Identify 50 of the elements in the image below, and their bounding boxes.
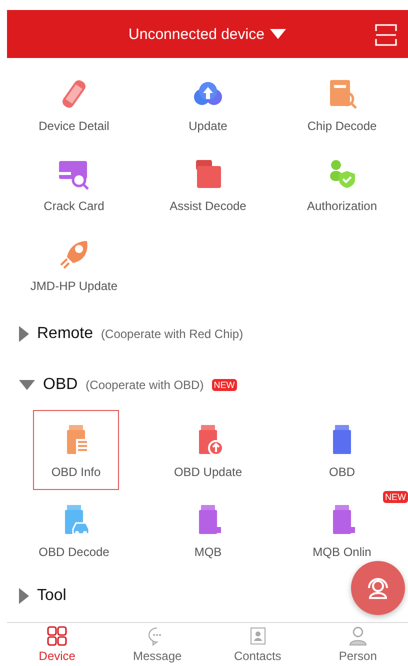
section-note: (Cooperate with OBD)	[86, 378, 204, 392]
contact-book-icon	[248, 626, 268, 646]
section-note: (Cooperate with Red Chip)	[101, 326, 244, 341]
tile-label: Update	[188, 119, 228, 134]
menu-tile[interactable]: Update	[141, 68, 275, 148]
menu-tile[interactable]: Crack Card	[7, 148, 141, 228]
tile-label: JMD-HP Update	[30, 279, 118, 294]
tile-label: OBD Info	[51, 465, 101, 480]
menu-tile[interactable]: JMD-HP Update	[7, 228, 141, 308]
caret-icon	[270, 29, 286, 40]
section-header[interactable]: Tool	[7, 570, 408, 622]
menu-tile[interactable]: MQB Onlin NEW	[275, 490, 408, 570]
tile-label: Authorization	[306, 199, 378, 214]
tile-label: OBD	[328, 465, 355, 480]
tile-label: MQB	[194, 545, 222, 560]
menu-tile[interactable]: Assist Decode	[141, 148, 275, 228]
menu-tile[interactable]: Chip Decode	[275, 68, 408, 148]
section-header[interactable]: Remote (Cooperate with Red Chip)	[7, 308, 408, 360]
nav-tab[interactable]: Person	[308, 622, 408, 666]
nav-tab[interactable]: Message	[107, 622, 208, 666]
tile-label: OBD Update	[174, 465, 242, 480]
tile-label: Device Detail	[38, 119, 110, 134]
caret-right-icon	[19, 326, 29, 342]
menu-tile[interactable]: OBD Info	[33, 410, 119, 490]
grid-icon	[47, 626, 68, 646]
new-badge: NEW	[212, 378, 237, 391]
menu-tile[interactable]: Authorization	[275, 148, 408, 228]
nav-tab[interactable]: Device	[7, 622, 108, 666]
tile-label: MQB Onlin	[312, 545, 372, 560]
device-selector[interactable]: Unconnected device	[128, 26, 286, 43]
tile-label: Crack Card	[44, 199, 104, 214]
scan-button[interactable]	[374, 23, 398, 47]
section-title: Remote	[37, 324, 94, 343]
section-header[interactable]: OBD (Cooperate with OBD) NEW	[7, 359, 408, 410]
menu-tile[interactable]: OBD	[275, 410, 408, 490]
nav-tab[interactable]: Contacts	[208, 622, 308, 666]
menu-tile[interactable]: Device Detail	[7, 68, 141, 148]
tile-label: OBD Decode	[38, 545, 110, 560]
menu-tile[interactable]: OBD Decode	[7, 490, 141, 570]
caret-right-icon	[19, 588, 29, 604]
new-badge: NEW	[383, 491, 408, 504]
section-title: Tool	[37, 587, 66, 606]
section-title: OBD	[43, 376, 78, 394]
menu-tile[interactable]: MQB	[141, 490, 275, 570]
menu-tile[interactable]: OBD Update	[141, 410, 275, 490]
person-icon	[348, 626, 368, 646]
tile-label: Chip Decode	[307, 119, 377, 134]
support-button[interactable]	[351, 561, 405, 615]
tile-label: Assist Decode	[170, 199, 246, 214]
caret-down-icon	[19, 380, 35, 390]
